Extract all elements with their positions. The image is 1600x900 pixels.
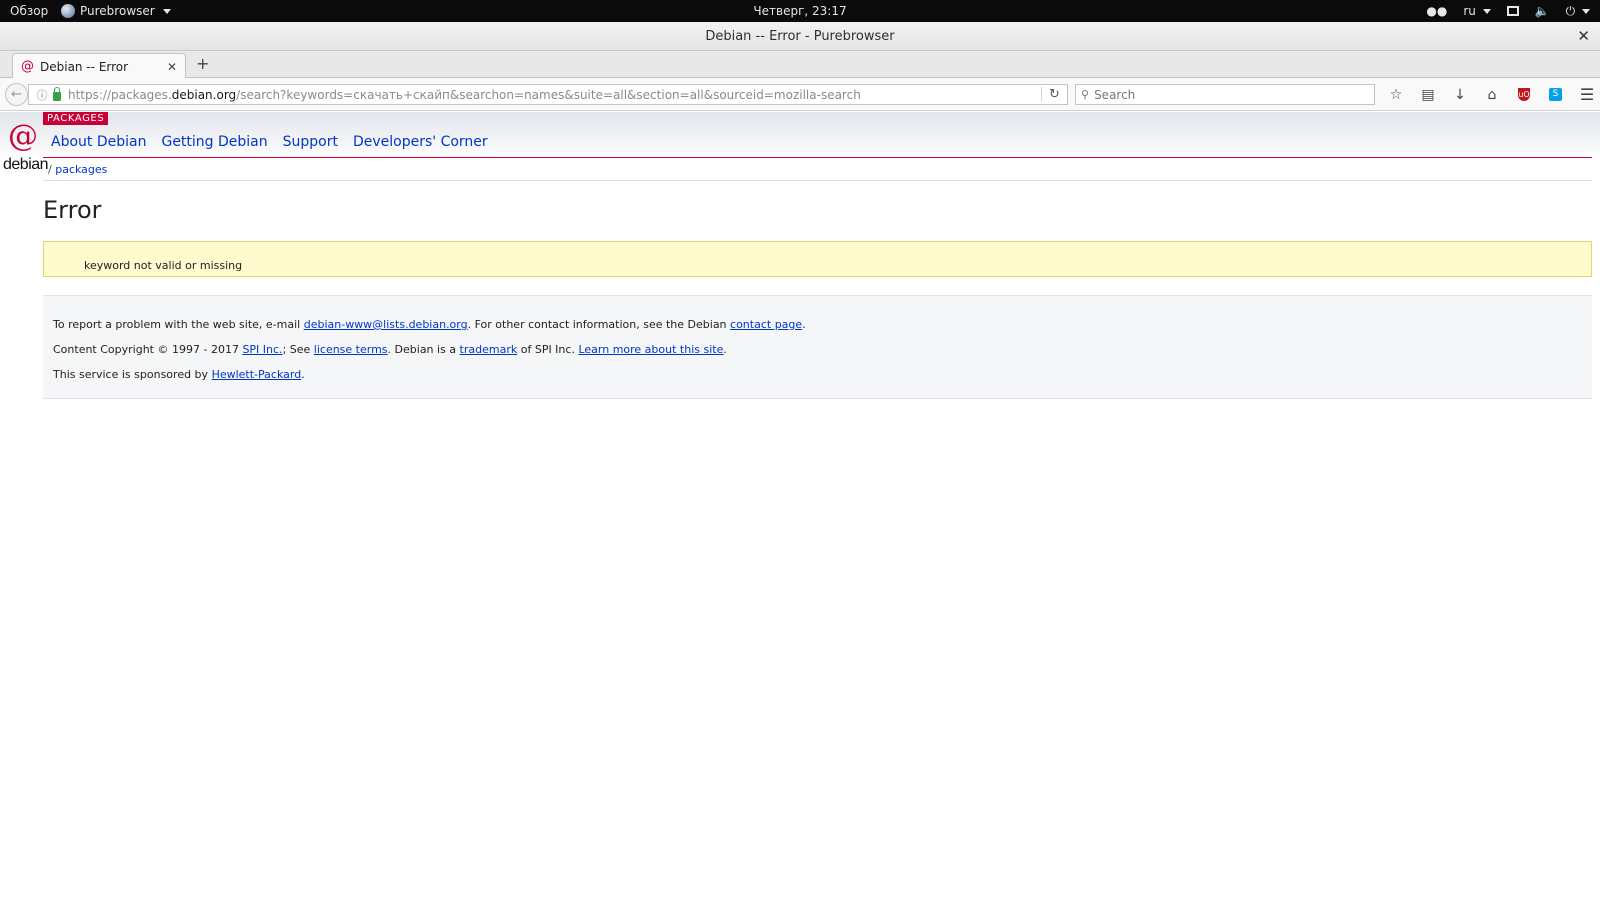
language-label: ru — [1463, 4, 1476, 18]
url-text[interactable]: https://packages.debian.org/search?keywo… — [68, 88, 1041, 102]
site-header: @ debian PACKAGES About Debian Getting D… — [0, 112, 1600, 181]
footer-text: . For other contact information, see the… — [467, 318, 731, 331]
chevron-down-icon — [1582, 9, 1590, 14]
footer-spi-link[interactable]: SPI Inc. — [242, 343, 282, 356]
language-selector[interactable]: ru — [1463, 0, 1491, 22]
hamburger-menu-icon[interactable]: ☰ — [1571, 85, 1600, 104]
home-icon[interactable]: ⌂ — [1476, 87, 1508, 103]
footer-hp-link[interactable]: Hewlett-Packard — [212, 368, 302, 381]
footer-text: To report a problem with the web site, e… — [53, 318, 304, 331]
window-titlebar: Debian -- Error - Purebrowser ✕ — [0, 22, 1600, 51]
footer-trademark-link[interactable]: trademark — [460, 343, 518, 356]
web-page: @ debian PACKAGES About Debian Getting D… — [0, 112, 1600, 900]
footer-license-link[interactable]: license terms — [314, 343, 388, 356]
footer-contact-link[interactable]: contact page — [730, 318, 802, 331]
breadcrumb-separator: / — [48, 163, 52, 176]
bookmark-star-icon[interactable]: ☆ — [1380, 87, 1412, 103]
url-bar[interactable]: ⓘ https://packages.debian.org/search?key… — [28, 84, 1068, 105]
info-icon[interactable]: ⓘ — [35, 87, 49, 103]
footer-text: Content Copyright © 1997 - 2017 — [53, 343, 243, 356]
footer-learn-more-link[interactable]: Learn more about this site — [578, 343, 723, 356]
system-tray: ●● ru 🔈 ⏻ — [1426, 0, 1590, 22]
search-icon: ⚲ — [1081, 88, 1090, 101]
volume-icon[interactable]: 🔈 — [1535, 0, 1550, 22]
chevron-down-icon — [1482, 9, 1491, 14]
reading-list-icon[interactable]: ▤ — [1412, 87, 1444, 103]
footer-text: of SPI Inc. — [517, 343, 579, 356]
power-menu[interactable]: ⏻ — [1566, 0, 1590, 22]
nav-support[interactable]: Support — [283, 134, 338, 150]
section-badge[interactable]: PACKAGES — [43, 112, 109, 125]
footer-text: . — [802, 318, 806, 331]
reload-icon[interactable]: ↻ — [1041, 87, 1067, 102]
header-divider — [43, 157, 1592, 158]
main-nav: About Debian Getting Debian Support Deve… — [51, 134, 488, 150]
footer-text: . Debian is a — [387, 343, 460, 356]
url-prefix: https://packages. — [68, 87, 172, 102]
window-title: Debian -- Error - Purebrowser — [705, 29, 895, 44]
tab-strip: @ Debian -- Error ✕ + — [0, 51, 1600, 79]
nav-about-debian[interactable]: About Debian — [51, 134, 146, 150]
footer-email-link[interactable]: debian-www@lists.debian.org — [304, 318, 468, 331]
toolbar-icons: ☆ ▤ ↓ ⌂ uO S ☰ — [1380, 84, 1600, 105]
footer-line-copyright: Content Copyright © 1997 - 2017 SPI Inc.… — [53, 337, 1582, 362]
clock[interactable]: Четверг, 23:17 — [0, 0, 1600, 22]
nav-getting-debian[interactable]: Getting Debian — [161, 134, 267, 150]
url-path: /search?keywords=скачать+скайп&searchon=… — [236, 87, 861, 102]
search-bar[interactable]: ⚲ — [1075, 84, 1375, 105]
breadcrumb-packages[interactable]: packages — [55, 163, 107, 176]
footer-line-sponsor: This service is sponsored by Hewlett-Pac… — [53, 362, 1582, 387]
breadcrumb: / packages — [48, 163, 107, 176]
breadcrumb-divider — [43, 180, 1592, 181]
search-input[interactable] — [1094, 87, 1355, 102]
system-top-bar: Обзор Purebrowser Четверг, 23:17 ●● ru 🔈… — [0, 0, 1600, 22]
nav-developers-corner[interactable]: Developers' Corner — [353, 134, 488, 150]
debian-favicon-icon: @ — [21, 59, 34, 74]
tab-close-icon[interactable]: ✕ — [167, 60, 177, 74]
page-title: Error — [43, 196, 102, 224]
footer-text: . — [301, 368, 305, 381]
screen-icon[interactable] — [1506, 6, 1519, 16]
url-domain: debian.org — [171, 87, 237, 102]
footer-line-report: To report a problem with the web site, e… — [53, 312, 1582, 337]
footer-text: This service is sponsored by — [53, 368, 212, 381]
skype-icon[interactable]: S — [1549, 88, 1562, 101]
navigation-toolbar: ← ⓘ https://packages.debian.org/search?k… — [0, 78, 1600, 111]
error-message-box: keyword not valid or missing — [43, 241, 1592, 277]
people-icon[interactable]: ●● — [1426, 0, 1447, 22]
debian-logo[interactable]: @ debian — [3, 119, 49, 177]
debian-swirl-icon: @ — [8, 119, 38, 154]
back-icon: ← — [11, 87, 22, 102]
tab-debian-error[interactable]: @ Debian -- Error ✕ — [12, 53, 186, 79]
footer-text: . — [723, 343, 727, 356]
lock-icon[interactable] — [53, 87, 61, 101]
power-icon: ⏻ — [1565, 4, 1576, 18]
download-icon[interactable]: ↓ — [1444, 87, 1476, 103]
new-tab-button[interactable]: + — [196, 54, 209, 73]
footer-text: ; See — [282, 343, 314, 356]
logo-text: debian — [3, 156, 49, 173]
site-footer: To report a problem with the web site, e… — [43, 295, 1592, 399]
ublock-icon[interactable]: uO — [1518, 88, 1530, 101]
window-close-button[interactable]: ✕ — [1577, 22, 1590, 51]
error-message: keyword not valid or missing — [84, 259, 243, 272]
back-button[interactable]: ← — [5, 83, 28, 106]
tab-label: Debian -- Error — [40, 59, 129, 74]
